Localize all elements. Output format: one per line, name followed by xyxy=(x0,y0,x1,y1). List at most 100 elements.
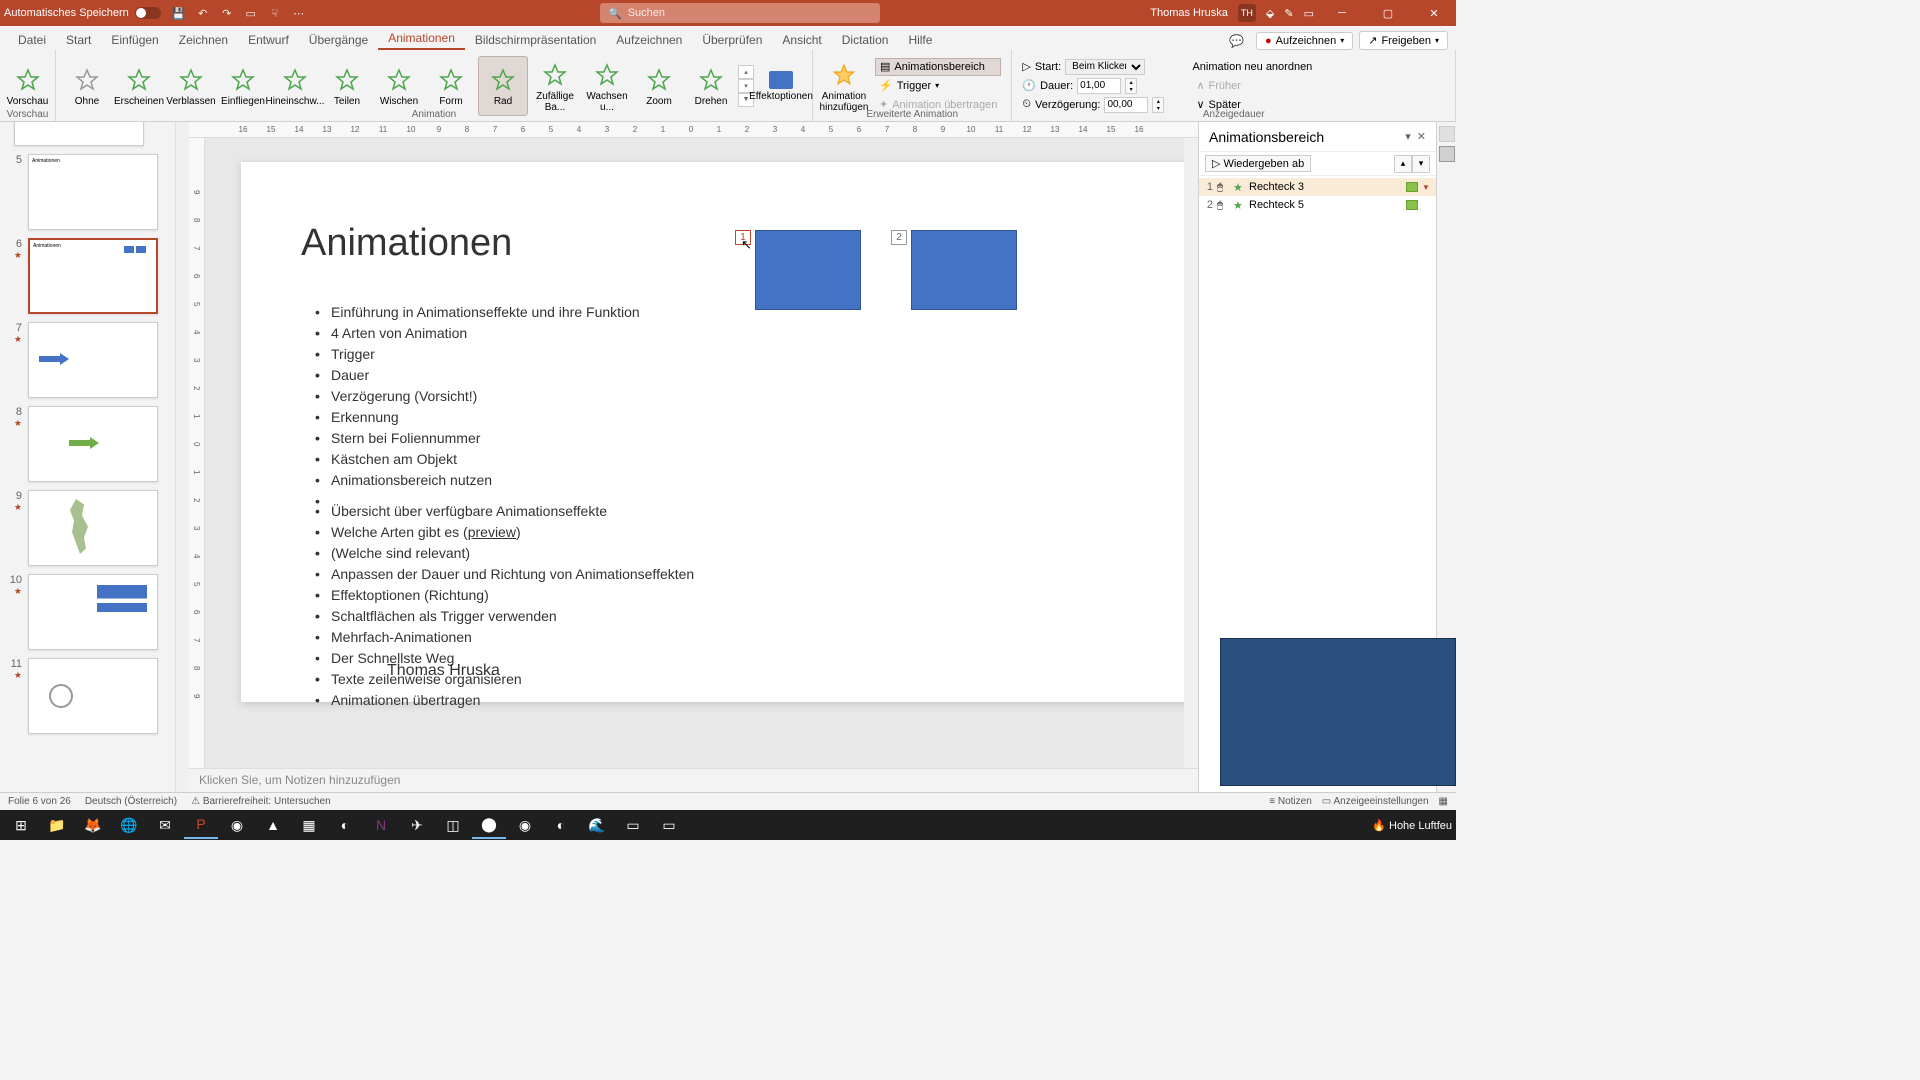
thumb-8[interactable] xyxy=(28,406,158,482)
anim-zoom[interactable]: Zoom xyxy=(634,56,684,116)
anim-appear[interactable]: Erscheinen xyxy=(114,56,164,116)
slide-canvas[interactable]: Animationen Einführung in Animationseffe… xyxy=(241,162,1184,702)
anim-floatin[interactable]: Hineinschw... xyxy=(270,56,320,116)
anim-wheel[interactable]: Rad xyxy=(478,56,528,116)
anim-split[interactable]: Teilen xyxy=(322,56,372,116)
close-button[interactable]: ✕ xyxy=(1416,0,1452,26)
tab-slideshow[interactable]: Bildschirmpräsentation xyxy=(465,30,606,50)
obs-icon[interactable]: ⬤ xyxy=(472,811,506,839)
minimize-button[interactable]: ─ xyxy=(1324,0,1360,26)
more-icon[interactable]: ⋯ xyxy=(291,5,307,21)
thumbnail-panel[interactable]: 5Animationen 6★Animationen 7★ 8★ 9★ 10★ … xyxy=(0,122,175,792)
start-select[interactable]: Beim Klicken xyxy=(1065,59,1145,75)
effect-options-button[interactable]: Effektoptionen xyxy=(756,56,806,116)
toggle-switch[interactable] xyxy=(135,7,161,19)
editor-scrollbar-v[interactable] xyxy=(1184,138,1198,768)
thumb-5[interactable]: Animationen xyxy=(28,154,158,230)
anim-wipe[interactable]: Wischen xyxy=(374,56,424,116)
preview-button[interactable]: Vorschau xyxy=(6,56,49,116)
move-up-button[interactable]: ▴ xyxy=(1394,155,1412,173)
tab-design[interactable]: Entwurf xyxy=(238,30,299,50)
play-from-button[interactable]: ▷Wiedergeben ab xyxy=(1205,155,1311,172)
tab-file[interactable]: Datei xyxy=(8,30,56,50)
thumb-11[interactable] xyxy=(28,658,158,734)
coming-soon-icon[interactable]: ✎ xyxy=(1284,7,1293,20)
save-icon[interactable]: 💾 xyxy=(171,5,187,21)
app-icon-4[interactable]: ◫ xyxy=(436,811,470,839)
slide-counter[interactable]: Folie 6 von 26 xyxy=(8,796,71,807)
anim-shape[interactable]: Form xyxy=(426,56,476,116)
autosave-toggle[interactable]: Automatisches Speichern xyxy=(4,7,161,19)
undo-icon[interactable]: ↶ xyxy=(195,5,211,21)
powerpoint-icon[interactable]: P xyxy=(184,811,218,839)
thumb-4[interactable] xyxy=(14,122,144,146)
anim-randombars[interactable]: Zufällige Ba... xyxy=(530,56,580,116)
tab-animations[interactable]: Animationen xyxy=(378,28,465,50)
maximize-button[interactable]: ▢ xyxy=(1370,0,1406,26)
add-animation-button[interactable]: Animation hinzufügen xyxy=(819,56,869,116)
telegram-icon[interactable]: ✈ xyxy=(400,811,434,839)
rectangle-5[interactable] xyxy=(911,230,1017,310)
trigger-button[interactable]: ⚡Trigger▾ xyxy=(875,77,1001,95)
share-button[interactable]: ↗Freigeben▾ xyxy=(1359,31,1448,50)
weather-widget[interactable]: 🔥 Hohe Luftfeu xyxy=(1372,819,1452,832)
app-icon-2[interactable]: ▦ xyxy=(292,811,326,839)
tab-view[interactable]: Ansicht xyxy=(772,30,831,50)
record-button[interactable]: ●Aufzeichnen▾ xyxy=(1256,32,1353,50)
app-icon-7[interactable]: ▭ xyxy=(616,811,650,839)
user-avatar[interactable]: TH xyxy=(1238,4,1256,22)
pane-close[interactable]: ✕ xyxy=(1417,130,1426,143)
tab-record[interactable]: Aufzeichnen xyxy=(606,30,692,50)
notes-pane[interactable]: Klicken Sie, um Notizen hinzuzufügen xyxy=(189,768,1198,792)
duration-spinner[interactable]: ▴▾ xyxy=(1125,78,1137,94)
slide-title[interactable]: Animationen xyxy=(301,222,512,265)
slide-body[interactable]: Einführung in Animationseffekte und ihre… xyxy=(311,302,694,711)
search-input[interactable] xyxy=(628,7,872,19)
move-earlier-button[interactable]: ∧Früher xyxy=(1192,77,1312,95)
tab-home[interactable]: Start xyxy=(56,30,101,50)
pane-dropdown[interactable]: ▾ xyxy=(1405,130,1411,143)
user-name[interactable]: Thomas Hruska xyxy=(1150,7,1228,19)
side-tool-1[interactable] xyxy=(1439,126,1455,142)
item-dropdown[interactable]: ▼ xyxy=(1422,183,1432,192)
notes-toggle[interactable]: ≡ Notizen xyxy=(1269,796,1312,807)
tab-draw[interactable]: Zeichnen xyxy=(169,30,238,50)
comments-icon[interactable]: 💬 xyxy=(1223,32,1250,50)
tab-dictation[interactable]: Dictation xyxy=(832,30,899,50)
canvas-area[interactable]: Animationen Einführung in Animationseffe… xyxy=(205,138,1184,768)
sync-icon[interactable]: ⬙ xyxy=(1266,7,1274,20)
outlook-icon[interactable]: ✉ xyxy=(148,811,182,839)
move-down-button[interactable]: ▾ xyxy=(1412,155,1430,173)
duration-input[interactable] xyxy=(1077,78,1121,94)
tab-review[interactable]: Überprüfen xyxy=(692,30,772,50)
from-beginning-icon[interactable]: ▭ xyxy=(243,5,259,21)
search-box[interactable]: 🔍 xyxy=(600,3,880,23)
tab-help[interactable]: Hilfe xyxy=(898,30,942,50)
anim-none[interactable]: Ohne xyxy=(62,56,112,116)
accessibility-check[interactable]: ⚠ Barrierefreiheit: Untersuchen xyxy=(191,796,331,807)
view-normal-icon[interactable]: ▦ xyxy=(1439,796,1448,807)
rectangle-3[interactable] xyxy=(755,230,861,310)
touch-mode-icon[interactable]: ☟ xyxy=(267,5,283,21)
display-settings[interactable]: ▭ Anzeigeeinstellungen xyxy=(1322,796,1429,807)
start-button[interactable]: ⊞ xyxy=(4,811,38,839)
anim-fade[interactable]: Verblassen xyxy=(166,56,216,116)
thumbnail-scrollbar[interactable] xyxy=(175,122,189,792)
app-icon-8[interactable]: ▭ xyxy=(652,811,686,839)
tab-insert[interactable]: Einfügen xyxy=(101,30,168,50)
edge-icon[interactable]: 🌊 xyxy=(580,811,614,839)
thumb-9[interactable] xyxy=(28,490,158,566)
anim-spin[interactable]: Drehen xyxy=(686,56,736,116)
anim-list-item-2[interactable]: 2 🖱 ★ Rechteck 5 xyxy=(1199,196,1436,214)
thumb-10[interactable] xyxy=(28,574,158,650)
vlc-icon[interactable]: ▲ xyxy=(256,811,290,839)
app-icon[interactable]: ◉ xyxy=(220,811,254,839)
app-icon-5[interactable]: ◉ xyxy=(508,811,542,839)
anim-growturn[interactable]: Wachsen u... xyxy=(582,56,632,116)
anim-list-item-1[interactable]: 1 🖱 ★ Rechteck 3 ▼ xyxy=(1199,178,1436,196)
animation-pane-button[interactable]: ▤Animationsbereich xyxy=(875,58,1001,76)
language-indicator[interactable]: Deutsch (Österreich) xyxy=(85,796,177,807)
side-tool-2[interactable] xyxy=(1439,146,1455,162)
chrome-icon[interactable]: 🌐 xyxy=(112,811,146,839)
thumb-6[interactable]: Animationen xyxy=(28,238,158,314)
